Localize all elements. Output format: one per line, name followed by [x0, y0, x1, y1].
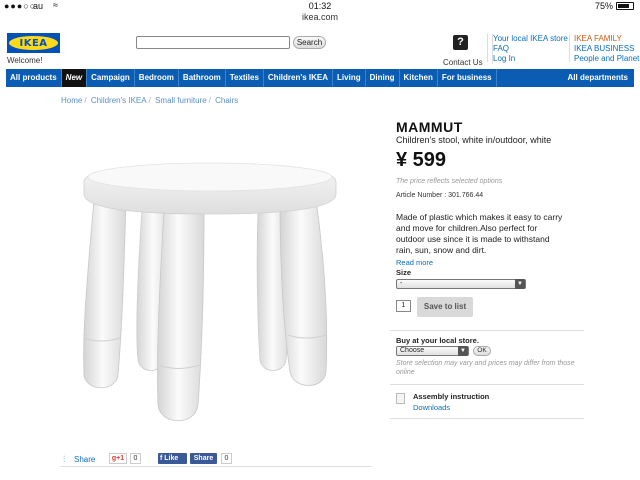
ikea-logo[interactable]: IKEA — [7, 33, 60, 53]
assembly-instruction-label: Assembly instruction — [413, 392, 490, 401]
chevron-down-icon: ▼ — [458, 346, 468, 356]
breadcrumb-childrens-ikea[interactable]: Children's IKEA — [91, 96, 147, 105]
store-select-value: Choose — [400, 347, 425, 354]
read-more-link[interactable]: Read more — [396, 258, 433, 267]
battery-percent: 75% — [594, 1, 613, 11]
share-link[interactable]: Share — [74, 455, 95, 464]
contact-us-link[interactable]: Contact Us — [443, 58, 483, 67]
search-button[interactable]: Search — [293, 36, 326, 49]
url-bar[interactable]: ikea.com — [0, 12, 640, 26]
logo-text: IKEA — [19, 37, 48, 49]
quantity-input[interactable]: 1 — [396, 300, 411, 312]
breadcrumb-chairs[interactable]: Chairs — [215, 96, 238, 105]
welcome-text: Welcome! — [7, 56, 43, 65]
nav-bathroom[interactable]: Bathroom — [179, 69, 226, 87]
nav-textiles[interactable]: Textiles — [226, 69, 264, 87]
size-select-value: - — [400, 280, 403, 287]
google-plus-button[interactable]: g+1 — [109, 453, 127, 464]
product-price: ¥ 599 — [396, 149, 447, 171]
faq-link[interactable]: FAQ — [493, 44, 568, 54]
breadcrumb: Home / Children's IKEA / Small furniture / … — [61, 96, 239, 105]
nav-living[interactable]: Living — [333, 69, 366, 87]
facebook-share-button[interactable]: Share — [190, 453, 217, 464]
help-icon[interactable]: ? — [453, 35, 468, 50]
login-link[interactable]: Log In — [493, 54, 568, 64]
site-header: IKEA Welcome! Search ? Contact Us Your l… — [0, 28, 640, 68]
clock: 01:32 — [308, 1, 332, 11]
facebook-like-button[interactable]: f Like — [158, 453, 187, 464]
breadcrumb-small-furniture[interactable]: Small furniture — [155, 96, 207, 105]
ok-button[interactable]: OK — [473, 346, 491, 356]
status-bar: ●●●○○ au ≈ 01:32 75% — [0, 0, 640, 12]
article-number: Article Number : 301.766.44 — [396, 192, 484, 199]
buy-local-label: Buy at your local store. — [396, 336, 479, 345]
local-store-link[interactable]: Your local IKEA store — [493, 34, 568, 44]
divider — [569, 34, 570, 62]
downloads-link[interactable]: Downloads — [413, 403, 450, 412]
header-links-left: Your local IKEA store FAQ Log In — [492, 34, 568, 64]
divider — [487, 34, 488, 62]
store-note: Store selection may vary and prices may … — [396, 360, 575, 376]
nav-childrens-ikea[interactable]: Children's IKEA — [264, 69, 334, 87]
nav-dining[interactable]: Dining — [366, 69, 400, 87]
gplus-count: 0 — [130, 453, 141, 464]
ikea-business-link[interactable]: IKEA BUSINESS — [574, 44, 639, 54]
size-select[interactable]: - ▼ — [396, 279, 526, 289]
divider — [390, 330, 584, 331]
document-icon — [396, 393, 405, 404]
nav-for-business[interactable]: For business — [438, 69, 497, 87]
chevron-down-icon: ▼ — [515, 279, 525, 289]
facebook-share-count: 0 — [221, 453, 232, 464]
share-row: ⫶ Share g+1 0 f Like Share 0 — [61, 452, 371, 466]
divider — [61, 466, 371, 467]
main-nav: All products New Campaign Bedroom Bathro… — [6, 69, 634, 87]
divider — [390, 384, 584, 385]
battery-icon — [616, 2, 634, 10]
people-planet-link[interactable]: People and Planet — [574, 54, 639, 64]
nav-all-products[interactable]: All products — [6, 69, 62, 87]
share-icon[interactable]: ⫶ — [63, 454, 65, 465]
header-links-right: IKEA FAMILY IKEA BUSINESS People and Pla… — [574, 34, 639, 64]
battery-indicator: 75% — [595, 1, 634, 11]
store-select[interactable]: Choose ▼ — [396, 346, 469, 356]
product-description: Made of plastic which makes it easy to c… — [396, 212, 563, 255]
nav-new[interactable]: New — [61, 69, 88, 87]
save-to-list-button[interactable]: Save to list — [417, 297, 473, 317]
like-label: Like — [164, 455, 179, 462]
nav-all-departments[interactable]: All departments — [564, 69, 634, 87]
divider — [390, 418, 584, 419]
nav-campaign[interactable]: Campaign — [87, 69, 135, 87]
size-label: Size — [396, 268, 412, 277]
product-image[interactable] — [80, 160, 350, 435]
nav-kitchen[interactable]: Kitchen — [400, 69, 438, 87]
price-note: The price reflects selected options — [396, 178, 503, 185]
product-subtitle: Children's stool, white in/outdoor, whit… — [396, 135, 552, 145]
product-name: MAMMUT — [396, 119, 463, 135]
breadcrumb-home[interactable]: Home — [61, 96, 82, 105]
nav-bedroom[interactable]: Bedroom — [135, 69, 179, 87]
search-input[interactable] — [136, 36, 290, 49]
ikea-family-link[interactable]: IKEA FAMILY — [574, 34, 639, 44]
